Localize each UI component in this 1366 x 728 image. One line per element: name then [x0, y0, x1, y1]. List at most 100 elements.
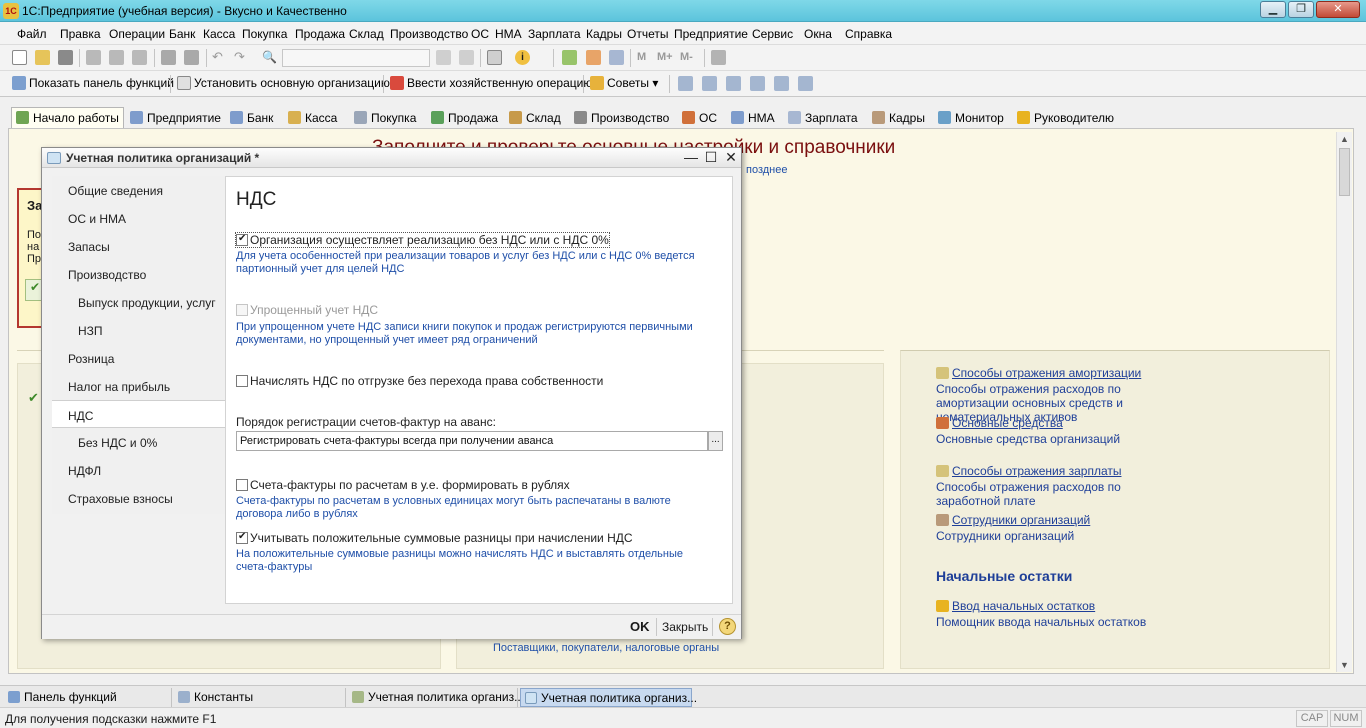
tools-icon[interactable]: [711, 50, 726, 65]
menu-intangibles[interactable]: НМА: [495, 27, 522, 41]
close-window-button[interactable]: ✕: [1316, 1, 1360, 18]
task-constants[interactable]: Константы: [174, 688, 346, 707]
nav-general[interactable]: Общие сведения: [52, 176, 226, 204]
tab-intangibles[interactable]: НМА: [727, 108, 779, 129]
memory-icon[interactable]: M: [637, 50, 652, 65]
no-vat-sales-checkbox[interactable]: Организация осуществляет реализацию без …: [235, 232, 610, 248]
calendar-icon[interactable]: [586, 50, 601, 65]
nav-income-tax[interactable]: НДФЛ: [52, 456, 226, 484]
menu-reports[interactable]: Отчеты: [627, 27, 668, 41]
link-salary-methods[interactable]: Способы отражения зарплаты Способы отраж…: [936, 464, 1186, 508]
tab-salary[interactable]: Зарплата: [784, 108, 862, 129]
link-employees[interactable]: Сотрудники организаций Сотрудники органи…: [936, 513, 1196, 543]
vat-on-shipment-checkbox[interactable]: Начислять НДС по отгрузке без перехода п…: [236, 374, 603, 388]
tab-start[interactable]: Начало работы: [11, 107, 124, 130]
nav-fixed-assets[interactable]: ОС и НМА: [52, 204, 226, 232]
search-input[interactable]: [282, 49, 430, 67]
vertical-scrollbar[interactable]: ▲ ▼: [1336, 132, 1352, 672]
tab-purchase[interactable]: Покупка: [350, 108, 420, 129]
table-icon[interactable]: [702, 76, 717, 91]
menu-help[interactable]: Справка: [845, 27, 892, 41]
invoice-order-field[interactable]: Регистрировать счета-фактуры всегда при …: [236, 431, 708, 451]
menu-enterprise[interactable]: Предприятие: [674, 27, 748, 41]
tab-cash[interactable]: Касса: [284, 108, 341, 129]
menu-salary[interactable]: Зарплата: [528, 27, 581, 41]
list-icon[interactable]: [726, 76, 741, 91]
users-icon[interactable]: [609, 50, 624, 65]
window-icon[interactable]: [487, 50, 502, 65]
search-icon[interactable]: 🔍: [262, 50, 277, 65]
set-main-org-button[interactable]: Установить основную организацию: [177, 76, 390, 90]
tab-production[interactable]: Производство: [570, 108, 673, 129]
menu-production[interactable]: Производство: [390, 27, 468, 41]
menu-edit[interactable]: Правка: [60, 27, 101, 41]
dialog-minimize-button[interactable]: —: [682, 149, 700, 165]
nav-profit-tax[interactable]: Налог на прибыль: [52, 372, 226, 400]
new-document-icon[interactable]: [12, 50, 27, 65]
redo-icon[interactable]: ↷: [234, 50, 249, 65]
menu-purchase[interactable]: Покупка: [242, 27, 287, 41]
tab-warehouse[interactable]: Склад: [505, 108, 565, 129]
nav-inventory[interactable]: Запасы: [52, 232, 226, 260]
undo-icon[interactable]: ↶: [212, 50, 227, 65]
invoice-in-rubles-checkbox[interactable]: Счета-фактуры по расчетам в у.е. формиро…: [236, 478, 570, 492]
open-folder-icon[interactable]: [35, 50, 50, 65]
menu-warehouse[interactable]: Склад: [349, 27, 384, 41]
link-opening-balances[interactable]: Ввод начальных остатков Помощник ввода н…: [936, 599, 1196, 629]
show-function-panel-button[interactable]: Показать панель функций: [12, 76, 174, 90]
grid-icon[interactable]: [678, 76, 693, 91]
task-policy-1[interactable]: Учетная политика организ...: [348, 688, 524, 707]
settings-icon[interactable]: [798, 76, 813, 91]
menu-hr[interactable]: Кадры: [586, 27, 622, 41]
minimize-button[interactable]: ▁: [1260, 1, 1286, 18]
menu-operations[interactable]: Операции: [109, 27, 165, 41]
nav-retail[interactable]: Розница: [52, 344, 226, 372]
menu-cash[interactable]: Касса: [203, 27, 235, 41]
menu-fixed-assets[interactable]: ОС: [471, 27, 489, 41]
memory-minus-icon[interactable]: M-: [680, 50, 700, 65]
menu-service[interactable]: Сервис: [752, 27, 793, 41]
later-link[interactable]: позднее: [746, 164, 787, 176]
tips-button[interactable]: Советы ▾: [590, 76, 658, 90]
enter-operation-button[interactable]: Ввести хозяйственную операцию: [390, 76, 592, 90]
select-button[interactable]: ...: [708, 431, 723, 451]
find-prev-icon[interactable]: [459, 50, 474, 65]
save-icon[interactable]: [58, 50, 73, 65]
calculator-icon[interactable]: [562, 50, 577, 65]
positive-differences-checkbox[interactable]: Учитывать положительные суммовые разницы…: [236, 531, 633, 545]
nav-wip[interactable]: НЗП: [52, 316, 226, 344]
link-fixed-assets[interactable]: Основные средства Основные средства орга…: [936, 416, 1196, 446]
tab-manager[interactable]: Руководителю: [1013, 108, 1118, 129]
find-next-icon[interactable]: [436, 50, 451, 65]
export-icon[interactable]: [774, 76, 789, 91]
cut-icon[interactable]: [86, 50, 101, 65]
maximize-button[interactable]: ❐: [1288, 1, 1314, 18]
ok-button[interactable]: OK: [630, 619, 650, 634]
memory-plus-icon[interactable]: M+: [657, 50, 677, 65]
tab-monitor[interactable]: Монитор: [934, 108, 1008, 129]
close-button[interactable]: Закрыть: [662, 620, 708, 634]
menu-file[interactable]: Файл: [17, 27, 47, 41]
nav-no-vat[interactable]: Без НДС и 0%: [52, 428, 226, 456]
dialog-close-button[interactable]: ✕: [722, 149, 740, 166]
nav-output[interactable]: Выпуск продукции, услуг: [52, 288, 226, 316]
task-policy-2[interactable]: Учетная политика организ...: [520, 688, 697, 707]
help-icon[interactable]: ?: [719, 618, 736, 635]
dialog-maximize-button[interactable]: ☐: [702, 149, 720, 166]
tab-hr[interactable]: Кадры: [868, 108, 929, 129]
menu-windows[interactable]: Окна: [804, 27, 832, 41]
tab-sales[interactable]: Продажа: [427, 108, 502, 129]
copy-icon[interactable]: [109, 50, 124, 65]
tab-bank[interactable]: Банк: [226, 108, 277, 129]
print-icon[interactable]: [161, 50, 176, 65]
info-icon[interactable]: i: [515, 50, 530, 65]
nav-insurance[interactable]: Страховые взносы: [52, 484, 226, 512]
nav-production[interactable]: Производство: [52, 260, 226, 288]
task-function-panel[interactable]: Панель функций: [4, 688, 172, 707]
nav-vat[interactable]: НДС: [52, 400, 226, 428]
menu-bank[interactable]: Банк: [169, 27, 195, 41]
paste-icon[interactable]: [132, 50, 147, 65]
tab-enterprise[interactable]: Предприятие: [126, 108, 225, 129]
tab-fixed-assets[interactable]: ОС: [678, 108, 721, 129]
tree-icon[interactable]: [750, 76, 765, 91]
